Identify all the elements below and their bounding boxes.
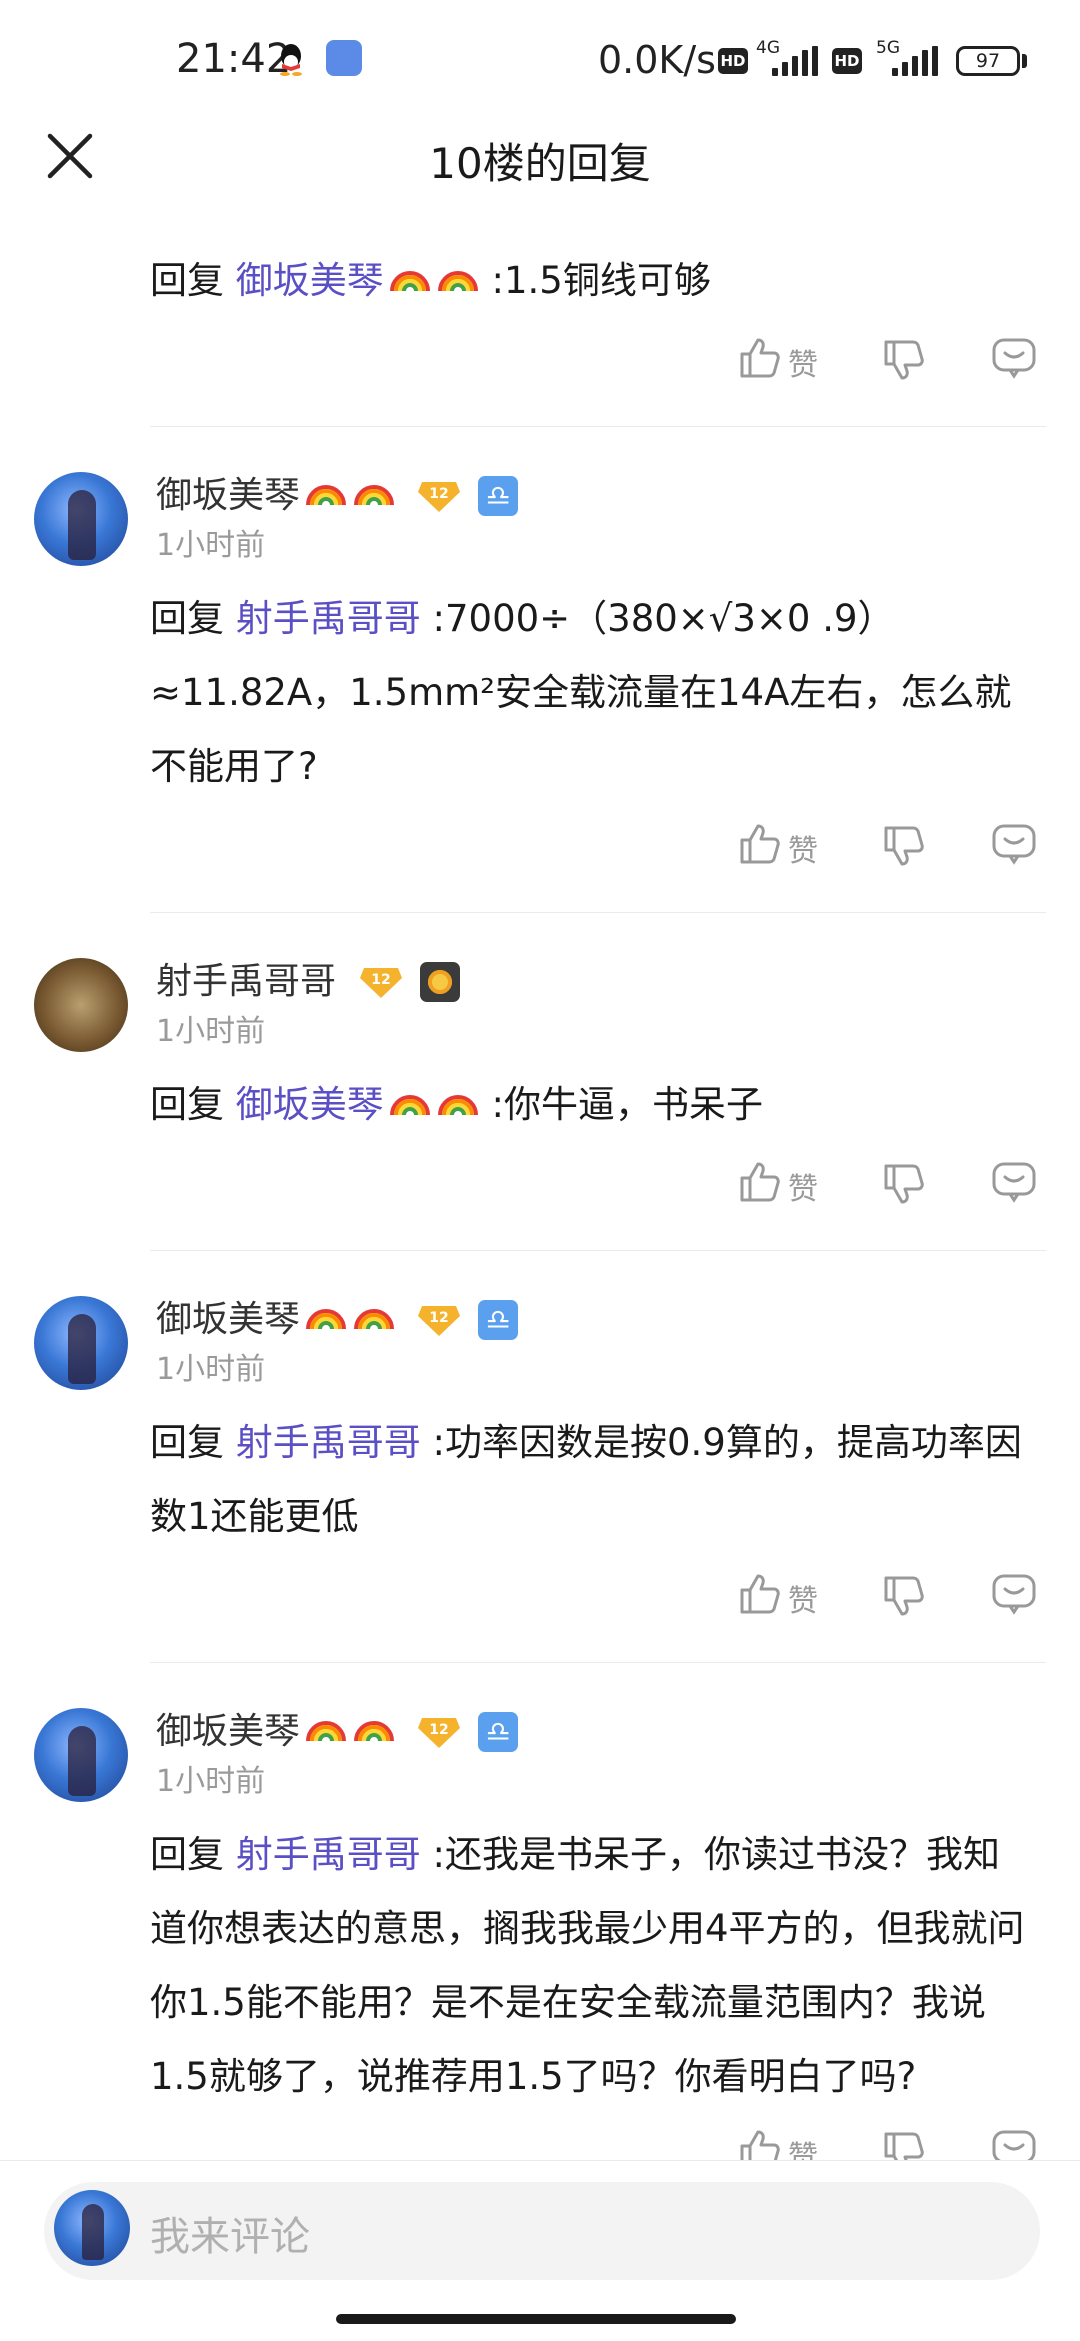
- reply-comment-icon[interactable]: [990, 820, 1038, 868]
- level-badge-icon: 12: [418, 1306, 460, 1336]
- mention-link[interactable]: 射手禹哥哥: [236, 1421, 421, 1464]
- network-speed: 0.0K/s: [598, 38, 716, 82]
- qq-icon: [280, 44, 302, 76]
- thumbs-up-icon: [740, 1574, 780, 1614]
- rainbow-icon: [306, 1309, 347, 1330]
- reply-comment-icon[interactable]: [990, 1158, 1038, 1206]
- hd-icon: HD: [832, 48, 862, 74]
- like-label: 赞: [788, 348, 818, 383]
- rainbow-icon: [354, 485, 395, 506]
- libra-icon: [478, 1300, 518, 1340]
- mention-link[interactable]: 御坂美琴: [236, 259, 384, 302]
- avatar[interactable]: [34, 1708, 128, 1802]
- like-label: 赞: [788, 834, 818, 869]
- like-button[interactable]: 赞: [736, 820, 856, 869]
- svg-text:12: 12: [429, 1722, 448, 1738]
- thumbs-down-icon[interactable]: [880, 1572, 928, 1620]
- signal-icon: [890, 46, 938, 76]
- libra-icon: [478, 476, 518, 516]
- mention-link[interactable]: 射手禹哥哥: [236, 597, 421, 640]
- divider: [150, 912, 1046, 913]
- page-title: 10楼的回复: [429, 139, 651, 188]
- comment-text: 回复 御坂美琴 :1.5铜线可够: [150, 259, 711, 302]
- post-time: 1小时前: [156, 1014, 266, 1049]
- comment-text: 回复 御坂美琴 :你牛逼，书呆子: [150, 1083, 763, 1126]
- avatar[interactable]: [34, 472, 128, 566]
- username[interactable]: 御坂美琴: [156, 1290, 396, 1342]
- sun-badge-icon: [420, 962, 460, 1002]
- reply-list[interactable]: 回复 御坂美琴 :1.5铜线可够 赞 御坂美琴 12 1小时前 回复 射手禹哥哥…: [0, 200, 1080, 2160]
- thumbs-down-icon[interactable]: [880, 2128, 928, 2160]
- status-bar: 21:42 0.0K/s HD 4G HD 5G 97: [0, 0, 1080, 120]
- comment-text: 回复 射手禹哥哥 :7000÷（380×√3×0 .9）≈11.82A，1.5m…: [150, 597, 1012, 788]
- thumbs-up-icon: [740, 338, 780, 378]
- rainbow-icon: [306, 1721, 347, 1742]
- svg-text:12: 12: [429, 1310, 448, 1326]
- level-badge-icon: 12: [360, 968, 402, 998]
- rainbow-icon: [354, 1309, 395, 1330]
- status-time: 21:42: [176, 36, 292, 82]
- like-button[interactable]: 赞: [736, 334, 856, 383]
- divider: [150, 1662, 1046, 1663]
- mention-link[interactable]: 御坂美琴: [236, 1083, 384, 1126]
- comment-placeholder[interactable]: 我来评论: [150, 2204, 310, 2262]
- post-time: 1小时前: [156, 1352, 266, 1387]
- app-notification-icon: [326, 40, 362, 76]
- username[interactable]: 御坂美琴: [156, 466, 396, 518]
- thumbs-down-icon[interactable]: [880, 822, 928, 870]
- rainbow-icon: [437, 271, 478, 292]
- rainbow-icon: [437, 1095, 478, 1116]
- rainbow-icon: [389, 271, 430, 292]
- mention-link[interactable]: 射手禹哥哥: [236, 1833, 421, 1876]
- thumbs-down-icon[interactable]: [880, 336, 928, 384]
- thumbs-up-icon: [740, 2130, 780, 2160]
- avatar[interactable]: [34, 1296, 128, 1390]
- post-time: 1小时前: [156, 528, 266, 563]
- battery-tip: [1022, 54, 1027, 68]
- thumbs-down-icon[interactable]: [880, 1160, 928, 1208]
- libra-icon: [478, 1712, 518, 1752]
- hd-icon: HD: [718, 48, 748, 74]
- thumbs-up-icon: [740, 824, 780, 864]
- like-label: 赞: [788, 1584, 818, 1619]
- post-time: 1小时前: [156, 1764, 266, 1799]
- my-avatar: [54, 2190, 130, 2266]
- divider: [150, 1250, 1046, 1251]
- comment-text: 回复 射手禹哥哥 :还我是书呆子，你读过书没？我知道你想表达的意思，搁我我最少用…: [150, 1833, 1025, 2098]
- divider: [150, 426, 1046, 427]
- thumbs-up-icon: [740, 1162, 780, 1202]
- avatar[interactable]: [34, 958, 128, 1052]
- signal-icon: [770, 46, 818, 76]
- rainbow-icon: [389, 1095, 430, 1116]
- like-button[interactable]: 赞: [736, 1158, 856, 1207]
- like-label: 赞: [788, 1172, 818, 1207]
- svg-text:12: 12: [429, 486, 448, 502]
- rainbow-icon: [354, 1721, 395, 1742]
- reply-comment-icon[interactable]: [990, 1570, 1038, 1618]
- username[interactable]: 射手禹哥哥: [156, 952, 336, 1004]
- like-button[interactable]: 赞: [736, 2126, 856, 2160]
- username[interactable]: 御坂美琴: [156, 1702, 396, 1754]
- comment-text: 回复 射手禹哥哥 :功率因数是按0.9算的，提高功率因数1还能更低: [150, 1421, 1022, 1538]
- level-badge-icon: 12: [418, 482, 460, 512]
- like-button[interactable]: 赞: [736, 1570, 856, 1619]
- svg-text:12: 12: [371, 972, 390, 988]
- like-label: 赞: [788, 2140, 818, 2160]
- home-indicator[interactable]: [336, 2314, 736, 2324]
- reply-comment-icon[interactable]: [990, 334, 1038, 382]
- reply-comment-icon[interactable]: [990, 2126, 1038, 2160]
- rainbow-icon: [306, 485, 347, 506]
- level-badge-icon: 12: [418, 1718, 460, 1748]
- battery-icon: 97: [956, 46, 1020, 76]
